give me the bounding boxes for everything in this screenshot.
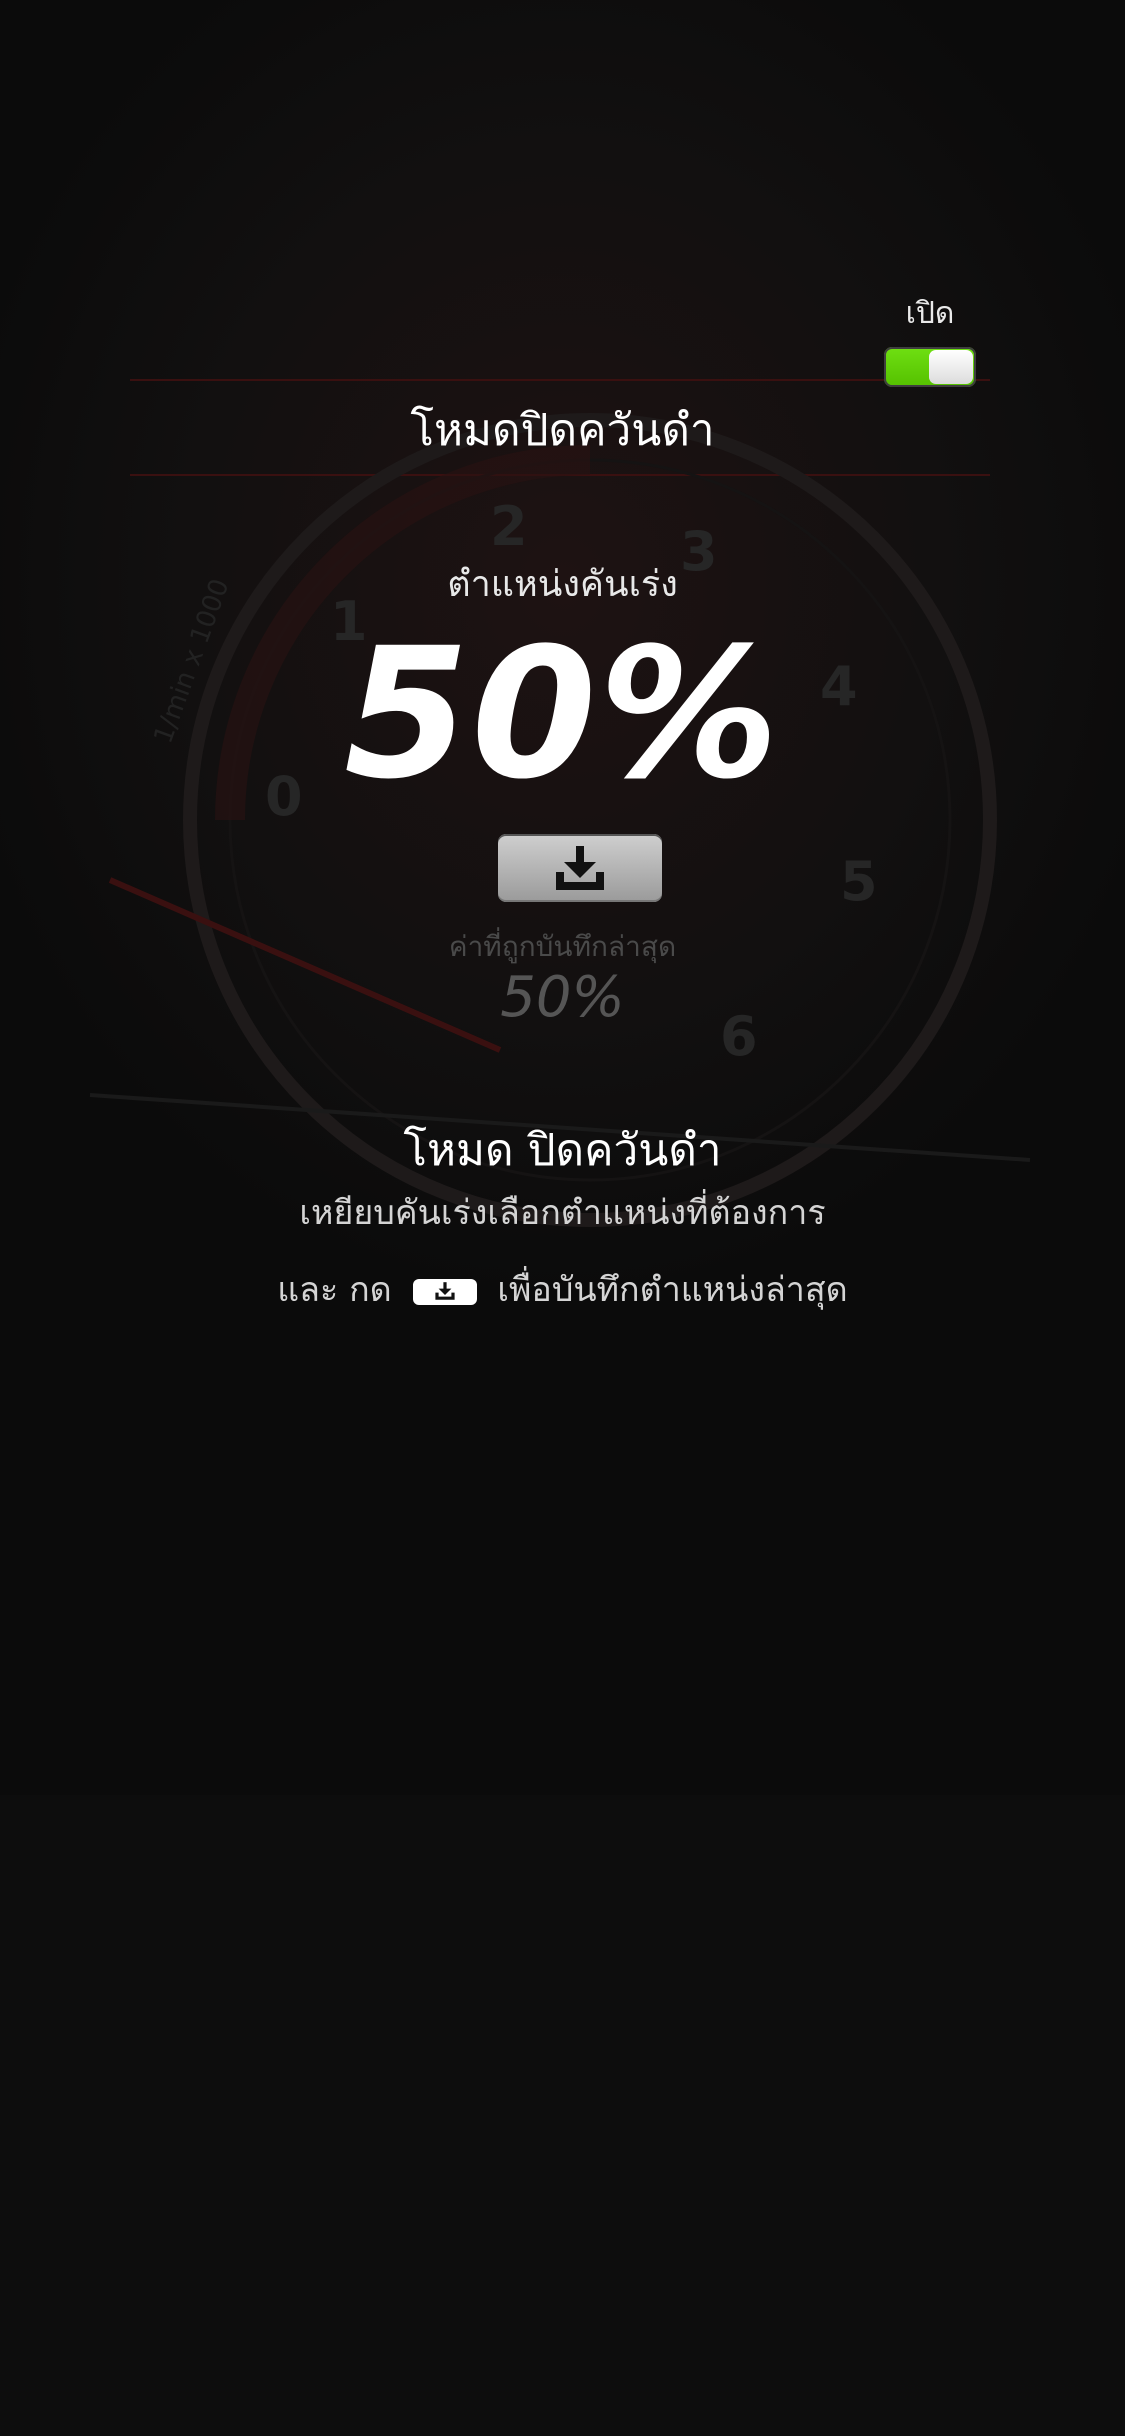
- power-toggle-group: เปิด: [870, 290, 990, 387]
- download-icon: [556, 846, 604, 890]
- info-title: โหมด ปิดควันดำ: [403, 1125, 722, 1176]
- last-saved-label: ค่าที่ถูกบันทึกล่าสุด: [448, 930, 677, 963]
- info-line2-prefix: และ กด: [277, 1270, 392, 1310]
- info-instruction-line2: และ กด เพื่อบันทึกตำแหน่งล่าสุด: [0, 1262, 1125, 1316]
- last-saved-value: 50%: [500, 965, 625, 1030]
- page-title: โหมดปิดควันดำ: [410, 405, 715, 456]
- info-line2-suffix: เพื่อบันทึกตำแหน่งล่าสุด: [497, 1270, 848, 1310]
- throttle-position-label: ตำแหน่งคันเร่ง: [447, 564, 678, 605]
- info-instruction-line1: เหยียบคันเร่งเลือกตำแหน่งที่ต้องการ: [299, 1193, 826, 1233]
- gauge-tick-2: 2: [490, 495, 528, 558]
- toggle-label: เปิด: [905, 296, 955, 331]
- gauge-tick-5: 5: [840, 850, 878, 913]
- bottom-panel: [0, 1795, 1125, 2436]
- screen: 0 1 2 3 4 5 6 1/min x 1000 เปิด โหมดปิดค…: [0, 0, 1125, 2436]
- power-toggle[interactable]: [884, 347, 976, 387]
- download-icon: [434, 1281, 455, 1300]
- inline-save-button-icon: [412, 1278, 477, 1305]
- throttle-position-value: 50%: [344, 610, 781, 819]
- save-button[interactable]: [498, 834, 662, 902]
- toggle-knob: [929, 350, 973, 384]
